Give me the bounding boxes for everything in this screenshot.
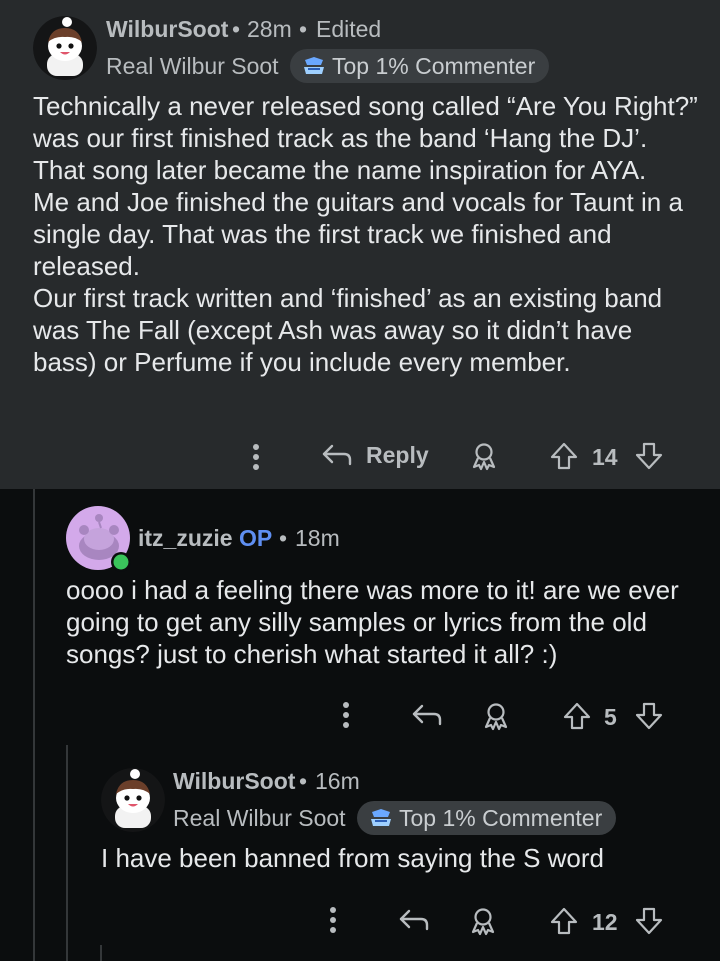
more-vertical-icon: [330, 907, 336, 933]
more-vertical-icon: [253, 444, 259, 470]
comment-body: Technically a never released song called…: [33, 90, 698, 378]
avatar[interactable]: [101, 768, 165, 832]
op-tag: OP: [239, 525, 273, 551]
vote-count: 12: [592, 909, 618, 935]
meta-separator: •: [232, 16, 241, 42]
more-options-button[interactable]: [248, 442, 264, 472]
user-flair: Real Wilbur Soot: [106, 53, 279, 79]
reply-arrow-icon: [322, 444, 352, 466]
more-options-button[interactable]: [338, 700, 354, 730]
avatar[interactable]: [66, 506, 131, 572]
more-options-button[interactable]: [325, 905, 341, 935]
reply-button[interactable]: Reply: [320, 440, 429, 470]
reply-arrow-icon: [412, 704, 442, 726]
downvote-button[interactable]: [634, 441, 664, 471]
award-button[interactable]: [468, 906, 498, 936]
downvote-button[interactable]: [634, 906, 664, 936]
comment-paragraph: I have been banned from saying the S wor…: [101, 843, 604, 873]
thread-line[interactable]: [66, 745, 68, 961]
award-icon: [472, 443, 496, 471]
reply-button[interactable]: [410, 700, 444, 730]
username[interactable]: itz_zuzie: [138, 525, 233, 552]
award-icon: [471, 908, 495, 936]
online-status-dot: [113, 554, 129, 570]
badge-label: Top 1% Commenter: [332, 52, 536, 79]
timestamp: 18m: [295, 525, 340, 551]
username[interactable]: WilburSoot: [173, 768, 295, 795]
award-button[interactable]: [469, 441, 499, 471]
thread-line[interactable]: [100, 945, 102, 961]
thread-line[interactable]: [33, 489, 35, 961]
comment-paragraph: oooo i had a feeling there was more to i…: [66, 575, 679, 669]
meta-separator: •: [299, 768, 308, 794]
top-commenter-badge: Top 1% Commenter: [290, 49, 550, 83]
comment-paragraph: Our first track written and ‘finished’ a…: [33, 283, 663, 377]
vote-count: 5: [604, 704, 617, 730]
upvote-button[interactable]: [549, 441, 579, 471]
commenter-badge-icon: [369, 808, 393, 828]
downvote-arrow-icon: [635, 702, 663, 730]
user-flair: Real Wilbur Soot: [173, 805, 346, 831]
timestamp: 16m: [315, 768, 360, 794]
upvote-button[interactable]: [562, 701, 592, 731]
downvote-arrow-icon: [635, 907, 663, 935]
comment-paragraph: Me and Joe finished the guitars and voca…: [33, 187, 683, 281]
comment-body: I have been banned from saying the S wor…: [101, 842, 701, 874]
upvote-arrow-icon: [563, 702, 591, 730]
comment-body: oooo i had a feeling there was more to i…: [66, 574, 696, 670]
reply-label: Reply: [366, 441, 429, 468]
comment-paragraph: Technically a never released song called…: [33, 91, 698, 185]
top-commenter-badge: Top 1% Commenter: [357, 801, 617, 835]
reply-arrow-icon: [399, 909, 429, 931]
timestamp: 28m: [247, 16, 292, 42]
upvote-arrow-icon: [550, 442, 578, 470]
upvote-arrow-icon: [550, 907, 578, 935]
edited-label: Edited: [316, 16, 382, 42]
reply-button[interactable]: [397, 905, 431, 935]
upvote-button[interactable]: [549, 906, 579, 936]
meta-separator: •: [299, 16, 308, 42]
more-vertical-icon: [343, 702, 349, 728]
downvote-button[interactable]: [634, 701, 664, 731]
vote-count: 14: [592, 444, 618, 470]
meta-separator: •: [279, 525, 288, 551]
username[interactable]: WilburSoot: [106, 16, 228, 43]
commenter-badge-icon: [302, 56, 326, 76]
award-button[interactable]: [481, 701, 511, 731]
award-icon: [484, 703, 508, 731]
avatar[interactable]: [33, 16, 97, 80]
downvote-arrow-icon: [635, 442, 663, 470]
badge-label: Top 1% Commenter: [399, 804, 603, 831]
